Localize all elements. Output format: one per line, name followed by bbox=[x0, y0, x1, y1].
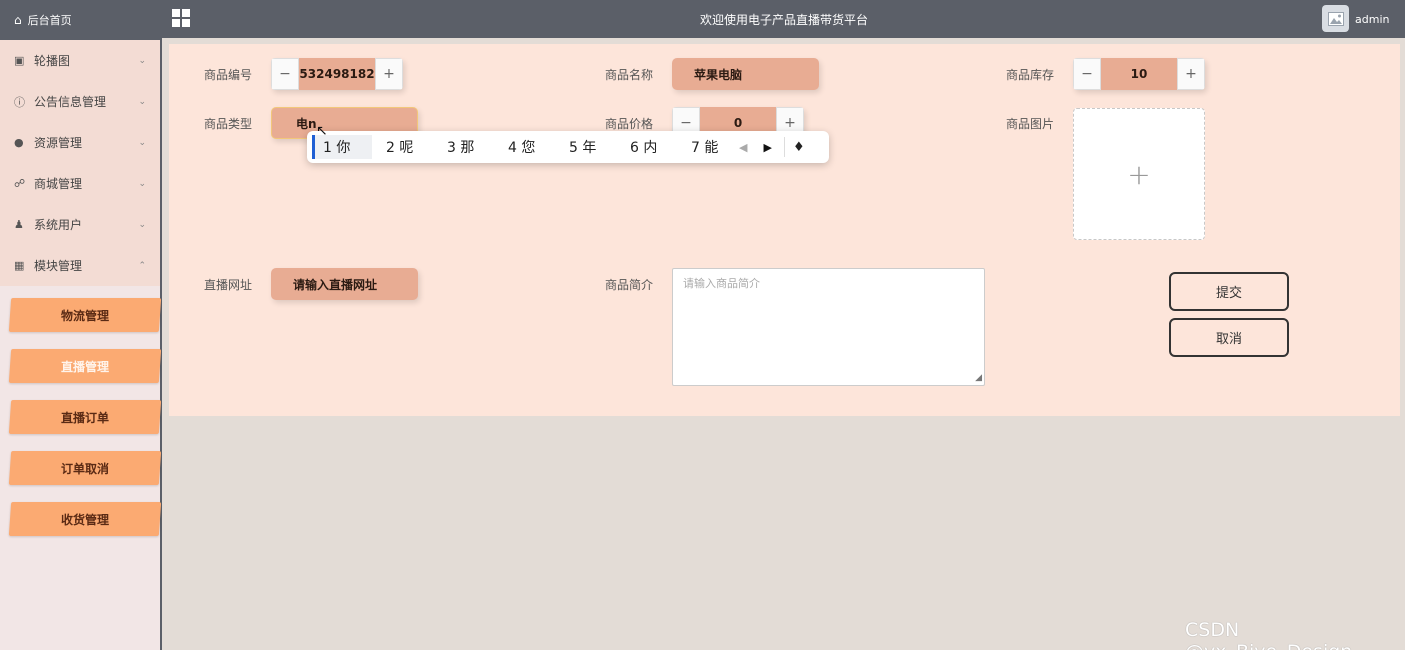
ime-candidate[interactable]: 4 您 bbox=[494, 137, 555, 157]
sidebar-item-label: 公告信息管理 bbox=[34, 95, 107, 109]
sidebar-item-label: 商城管理 bbox=[34, 177, 83, 191]
increment-button[interactable]: + bbox=[375, 58, 403, 90]
submenu-live[interactable]: 直播管理 bbox=[8, 349, 162, 383]
divider bbox=[783, 137, 785, 157]
cart-icon: ☍ bbox=[14, 177, 26, 190]
product-form: 商品编号 − 532498182 + 商品名称 苹果电脑 商品库存 − 10 +… bbox=[169, 44, 1400, 416]
username[interactable]: admin bbox=[1355, 13, 1389, 26]
decrement-button[interactable]: − bbox=[1073, 58, 1101, 90]
intro-placeholder: 请输入商品简介 bbox=[683, 277, 760, 290]
image-label: 商品图片 bbox=[1006, 117, 1055, 131]
sidebar-item-carousel[interactable]: ▣ 轮播图 ⌄ bbox=[0, 40, 160, 81]
ime-candidate[interactable]: 7 能 bbox=[677, 137, 719, 157]
chevron-up-icon: ⌃ bbox=[138, 260, 146, 271]
image-upload[interactable]: + bbox=[1073, 108, 1205, 240]
sidebar-item-notice[interactable]: ⓘ 公告信息管理 ⌄ bbox=[0, 81, 160, 122]
plus-icon: + bbox=[1127, 157, 1151, 191]
page-title: 欢迎使用电子产品直播带货平台 bbox=[699, 13, 868, 27]
top-bar: ⌂ 后台首页 欢迎使用电子产品直播带货平台 admin bbox=[0, 0, 1405, 40]
user-icon: ♟ bbox=[14, 218, 24, 231]
live-url-input[interactable]: 请输入直播网址 bbox=[271, 268, 418, 300]
sidebar-item-label: 系统用户 bbox=[34, 218, 83, 232]
image-placeholder-icon bbox=[1327, 11, 1344, 26]
intro-label: 商品简介 bbox=[605, 278, 654, 292]
stock-value[interactable]: 10 bbox=[1101, 58, 1177, 90]
submit-button[interactable]: 提交 bbox=[1169, 272, 1289, 311]
favorite-icon[interactable]: ♦ bbox=[793, 140, 805, 155]
product-id-label: 商品编号 bbox=[204, 68, 253, 82]
chevron-down-icon: ⌄ bbox=[138, 137, 146, 148]
sidebar-item-label: 模块管理 bbox=[34, 259, 83, 273]
stock-stepper[interactable]: − 10 + bbox=[1073, 58, 1205, 90]
mouse-cursor-icon: ↖ bbox=[316, 123, 328, 139]
sidebar-item-modules[interactable]: ▦ 模块管理 ⌃ bbox=[0, 245, 160, 286]
type-label: 商品类型 bbox=[204, 117, 253, 131]
submenu-live-orders[interactable]: 直播订单 bbox=[8, 400, 162, 434]
decrement-button[interactable]: − bbox=[271, 58, 299, 90]
image-icon: ▣ bbox=[14, 54, 25, 67]
prev-page-icon[interactable]: ◀ bbox=[739, 141, 747, 154]
submenu-order-cancel[interactable]: 订单取消 bbox=[8, 451, 162, 485]
sidebar-item-resources[interactable]: ● 资源管理 ⌄ bbox=[0, 122, 160, 163]
grid-icon: ▦ bbox=[14, 259, 25, 272]
stock-label: 商品库存 bbox=[1006, 68, 1055, 82]
product-name-label: 商品名称 bbox=[605, 68, 654, 82]
chevron-down-icon: ⌄ bbox=[138, 178, 146, 189]
intro-textarea[interactable]: 请输入商品简介 ◢ bbox=[672, 268, 985, 386]
sidebar-item-mall[interactable]: ☍ 商城管理 ⌄ bbox=[0, 163, 160, 204]
cancel-button[interactable]: 取消 bbox=[1169, 318, 1289, 357]
ime-candidate-bar: 1 你 2 呢 3 那 4 您 5 年 6 内 7 能 ◀ ▶ ♦ bbox=[307, 131, 829, 163]
increment-button[interactable]: + bbox=[1177, 58, 1205, 90]
sidebar: ▣ 轮播图 ⌄ ⓘ 公告信息管理 ⌄ ● 资源管理 ⌄ ☍ 商城管理 ⌄ ♟ 系… bbox=[0, 40, 162, 650]
price-label: 商品价格 bbox=[605, 117, 654, 131]
submenu-logistics[interactable]: 物流管理 bbox=[8, 298, 162, 332]
chevron-down-icon: ⌄ bbox=[138, 219, 146, 230]
product-id-value[interactable]: 532498182 bbox=[299, 58, 375, 90]
avatar[interactable] bbox=[1322, 5, 1349, 32]
ime-candidate[interactable]: 6 内 bbox=[616, 137, 677, 157]
chevron-down-icon: ⌄ bbox=[138, 55, 146, 66]
submenu-receipt[interactable]: 收货管理 bbox=[8, 502, 162, 536]
chevron-down-icon: ⌄ bbox=[138, 96, 146, 107]
next-page-icon[interactable]: ▶ bbox=[763, 141, 771, 154]
ime-candidate[interactable]: 5 年 bbox=[555, 137, 616, 157]
info-icon: ⓘ bbox=[14, 95, 25, 109]
live-url-label: 直播网址 bbox=[204, 278, 253, 292]
ime-pager: ◀ ▶ bbox=[739, 141, 772, 154]
product-id-stepper[interactable]: − 532498182 + bbox=[271, 58, 403, 90]
sidebar-item-users[interactable]: ♟ 系统用户 ⌄ bbox=[0, 204, 160, 245]
resize-handle-icon[interactable]: ◢ bbox=[975, 373, 982, 383]
submenu: 物流管理 直播管理 直播订单 订单取消 收货管理 bbox=[0, 286, 162, 536]
bulb-icon: ● bbox=[14, 136, 24, 149]
ime-candidate[interactable]: 3 那 bbox=[433, 137, 494, 157]
sidebar-item-label: 轮播图 bbox=[34, 54, 71, 68]
ime-candidate[interactable]: 2 呢 bbox=[372, 137, 433, 157]
sidebar-item-label: 资源管理 bbox=[34, 136, 83, 150]
watermark: CSDN @vx_Biye_Design bbox=[1185, 619, 1352, 650]
product-name-field[interactable]: 苹果电脑 bbox=[672, 58, 819, 90]
